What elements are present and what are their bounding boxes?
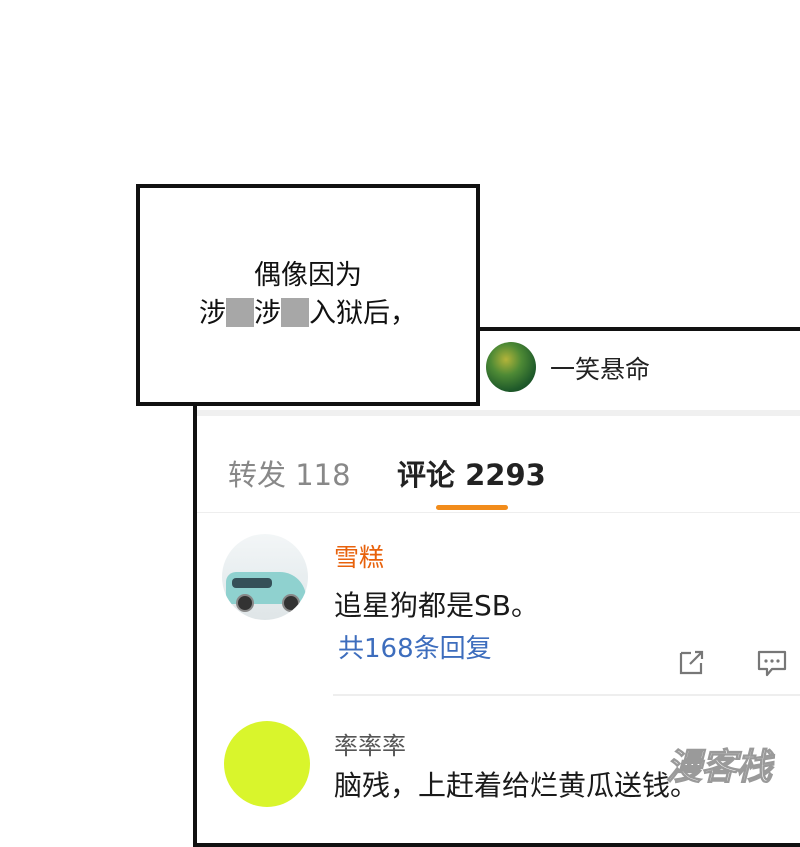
comment-icon[interactable] <box>756 649 788 683</box>
caption-line-1: 偶像因为 <box>254 260 362 291</box>
replies-link[interactable]: 共168条回复 <box>338 628 492 665</box>
comment-divider <box>333 694 800 696</box>
tab-comments[interactable]: 评论 2293 <box>397 452 546 494</box>
narration-caption: 偶像因为 涉涉入狱后， <box>136 184 480 406</box>
share-icon[interactable] <box>677 649 707 681</box>
watermark-logo: 漫客栈 <box>665 746 772 788</box>
post-author-avatar[interactable] <box>486 342 536 392</box>
comment-username[interactable]: 雪糕 <box>334 538 384 574</box>
comment-text: 追星狗都是SB。 <box>334 589 539 622</box>
tab-reposts[interactable]: 转发 118 <box>228 452 351 494</box>
header-divider <box>197 410 800 416</box>
active-tab-indicator <box>436 505 508 510</box>
car-wheel <box>282 594 300 612</box>
post-author-name[interactable]: 一笑悬命 <box>550 350 650 386</box>
caption-line-2: 涉涉入狱后， <box>199 298 417 329</box>
censor-block <box>226 298 254 327</box>
comment-avatar[interactable] <box>222 534 308 620</box>
comment-text: 脑残，上赶着给烂黄瓜送钱。 <box>334 769 699 802</box>
comment-avatar[interactable] <box>224 721 310 807</box>
censor-block <box>281 298 309 327</box>
comment-username[interactable]: 率率率 <box>334 726 406 761</box>
car-window <box>232 578 272 588</box>
car-wheel <box>236 594 254 612</box>
tabs-divider <box>197 512 800 513</box>
